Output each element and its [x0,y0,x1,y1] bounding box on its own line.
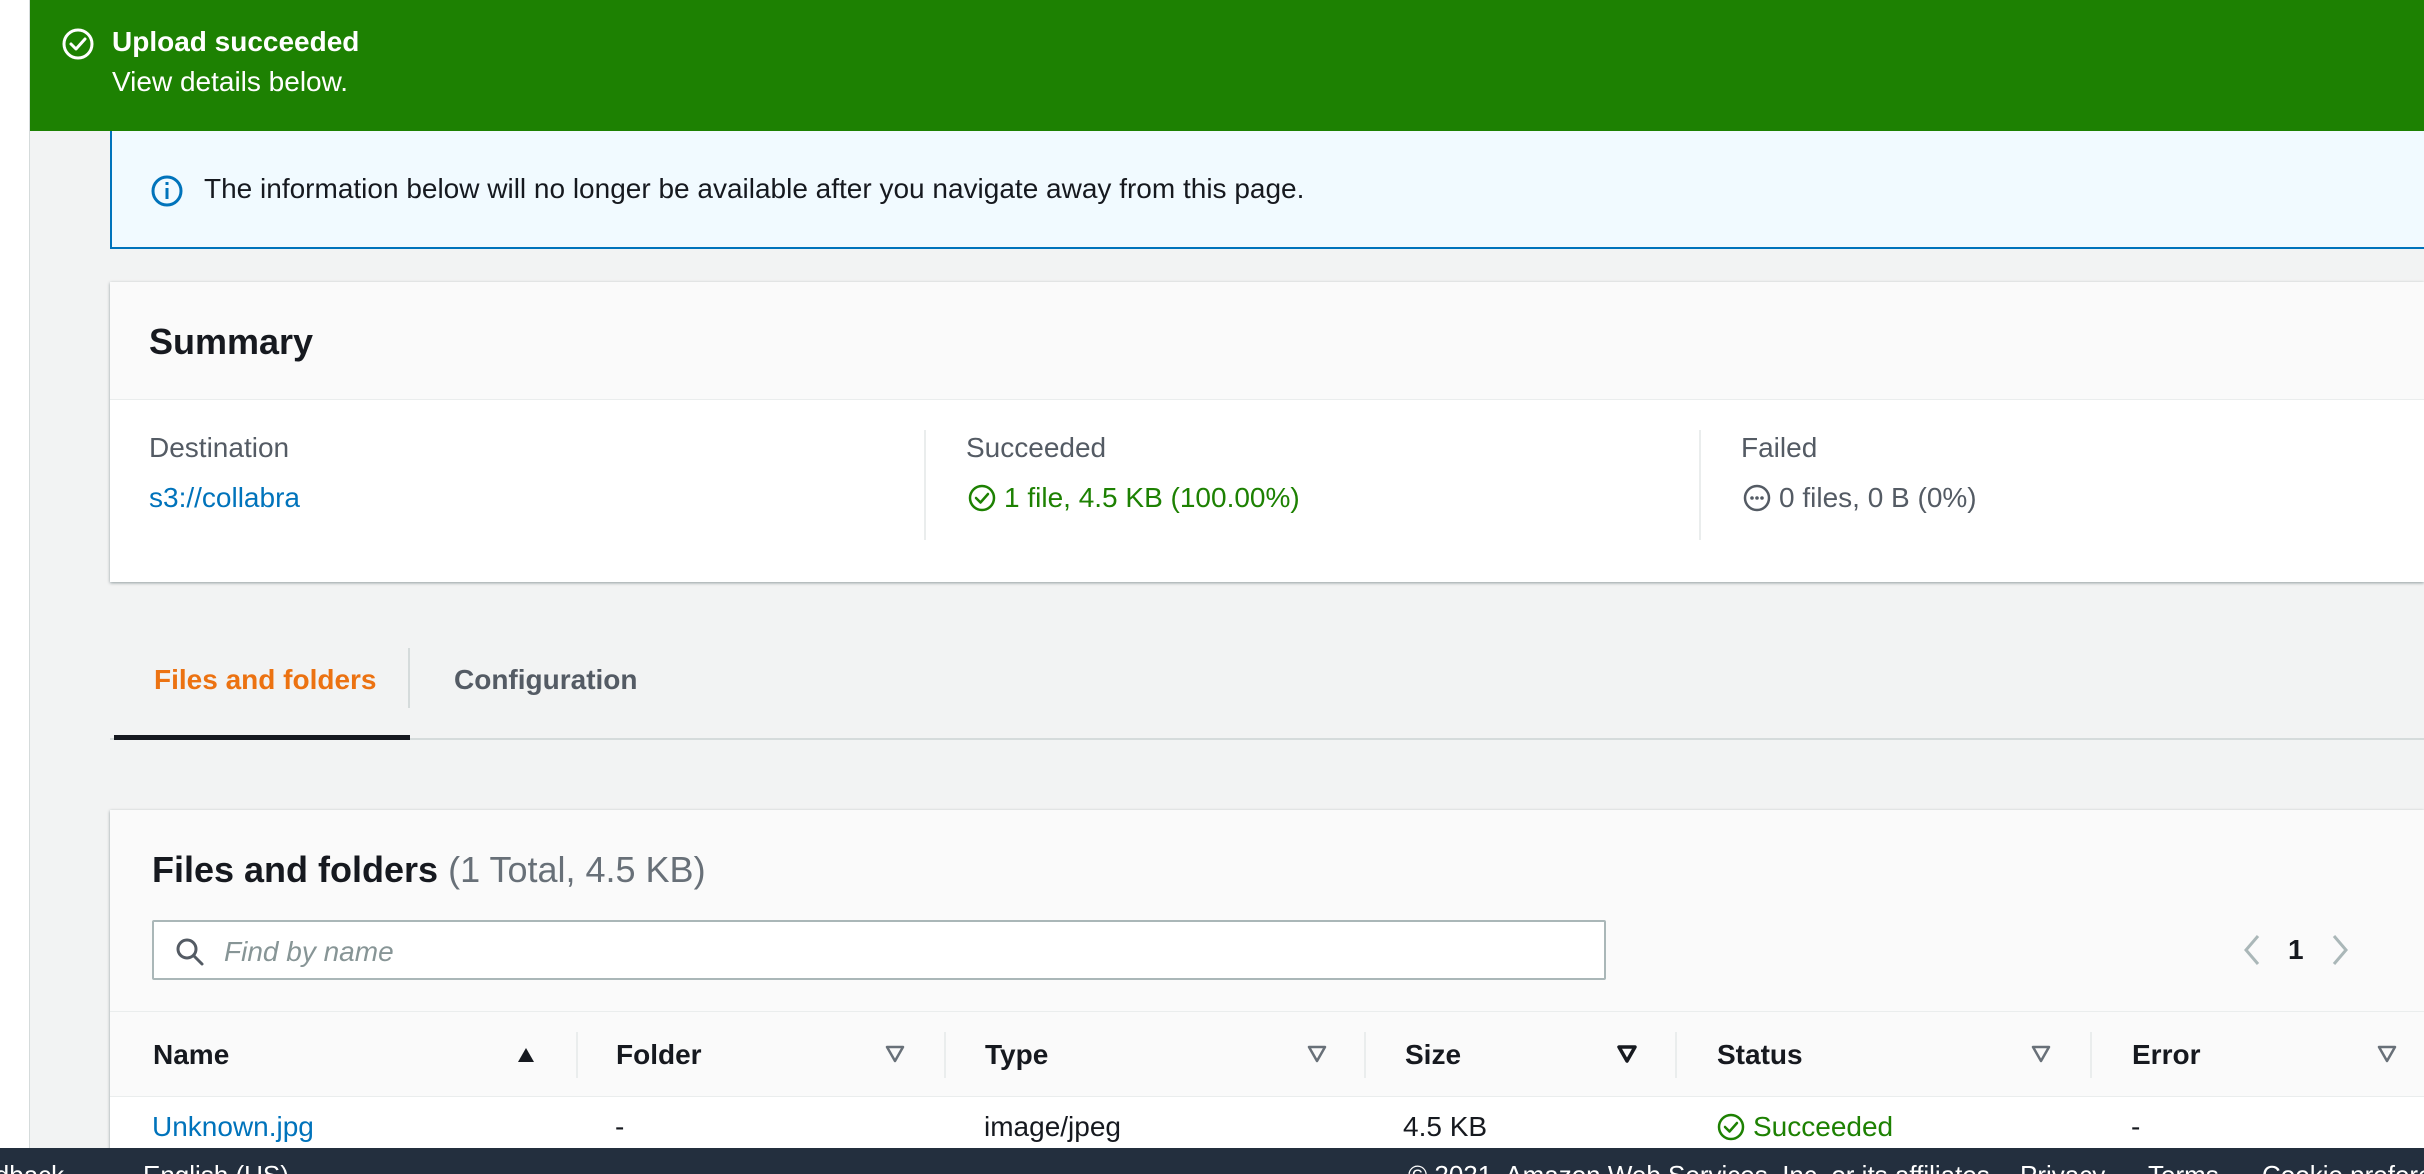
column-divider [576,1032,578,1078]
upload-success-banner: Upload succeeded View details below. [30,0,2424,131]
footer-cookies[interactable]: Cookie preferences [2262,1160,2424,1174]
column-divider [1675,1032,1677,1078]
tab-configuration[interactable]: Configuration [410,648,638,740]
page-number[interactable]: 1 [2288,934,2304,966]
tab-bar: Files and folders Configuration [110,648,2424,740]
sort-icon[interactable] [1305,1042,1329,1066]
page-footer: Feedback English (US) © 2021, Amazon Web… [0,1148,2424,1174]
chevron-right-icon[interactable] [2328,932,2352,968]
destination-link[interactable]: s3://collabra [149,480,300,516]
files-and-folders-container: Files and folders (1 Total, 4.5 KB) Find… [110,810,2424,1150]
destination-label: Destination [149,432,290,463]
pagination: 1 [2240,932,2352,968]
column-divider [2090,1032,2092,1078]
failed-value-wrap: 0 files, 0 B (0%) [1741,480,1977,516]
table-header: Name Folder Type Size Status Error [110,1012,2424,1097]
column-header-status[interactable]: Status [1717,1012,1803,1097]
files-title: Files and folders [152,849,439,890]
sort-ascending-icon[interactable] [514,1042,538,1066]
summary-failed: Failed 0 files, 0 B (0%) [1699,430,1977,540]
chevron-left-icon[interactable] [2240,932,2264,968]
row-error-cell: - [2131,1111,2141,1142]
row-status-cell: Succeeded [1715,1109,1893,1145]
tab-files-and-folders[interactable]: Files and folders [114,648,410,740]
search-placeholder: Find by name [224,936,394,967]
column-header-size[interactable]: Size [1405,1012,1461,1097]
row-folder-cell: - [615,1111,625,1142]
flash-title: Upload succeeded [112,26,360,57]
check-circle-icon [1717,1113,1745,1141]
ellipsis-circle-icon [1743,484,1771,512]
sort-icon[interactable] [2029,1042,2053,1066]
search-input[interactable]: Find by name [152,920,1606,980]
left-panel-edge [0,0,30,1148]
column-header-name[interactable]: Name [153,1012,229,1097]
footer-copyright: © 2021, Amazon Web Services, Inc. or its… [1408,1160,1997,1174]
column-header-folder[interactable]: Folder [616,1012,702,1097]
check-circle-icon [968,484,996,512]
files-header: Files and folders (1 Total, 4.5 KB) Find… [110,810,2424,1012]
column-header-error[interactable]: Error [2132,1012,2200,1097]
succeeded-value-wrap: 1 file, 4.5 KB (100.00%) [966,480,1300,516]
footer-terms[interactable]: Terms [2148,1160,2219,1174]
destination-value-wrap: s3://collabra [149,480,300,516]
column-divider [1364,1032,1366,1078]
sort-icon[interactable] [883,1042,907,1066]
failed-value: 0 files, 0 B (0%) [1779,482,1977,513]
row-size-cell: 4.5 KB [1403,1111,1488,1142]
summary-container: Summary Destination s3://collabra Succee… [110,282,2424,582]
footer-feedback[interactable]: Feedback [0,1160,64,1174]
files-count: (1 Total, 4.5 KB) [448,849,706,890]
succeeded-value: 1 file, 4.5 KB (100.00%) [1004,482,1300,513]
summary-header: Summary [110,282,2424,400]
row-status-text: Succeeded [1753,1111,1894,1142]
summary-succeeded: Succeeded 1 file, 4.5 KB (100.00%) [924,430,1300,540]
check-circle-icon [62,28,94,60]
column-header-type[interactable]: Type [985,1012,1048,1097]
summary-title: Summary [149,321,314,362]
row-name-cell: Unknown.jpg [152,1109,314,1145]
sort-descending-icon[interactable] [1615,1042,1639,1066]
info-icon [151,175,183,207]
info-alert-text: The information below will no longer be … [204,173,1305,204]
files-title-wrap: Files and folders (1 Total, 4.5 KB) [152,848,706,892]
sort-icon[interactable] [2375,1042,2399,1066]
flash-subtitle: View details below. [112,66,349,97]
footer-privacy[interactable]: Privacy [2020,1160,2105,1174]
failed-label: Failed [1741,432,1818,463]
info-alert: The information below will no longer be … [110,131,2424,249]
footer-language[interactable]: English (US) [143,1160,289,1174]
search-icon [176,938,204,966]
column-divider [944,1032,946,1078]
row-type-cell: image/jpeg [984,1111,1121,1142]
file-link[interactable]: Unknown.jpg [152,1109,314,1145]
succeeded-label: Succeeded [966,432,1107,463]
